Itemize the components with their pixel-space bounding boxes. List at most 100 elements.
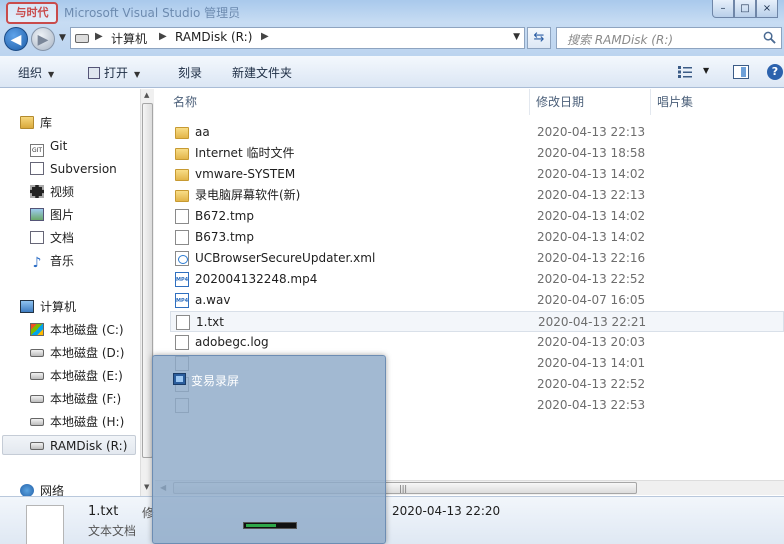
nav-drive-c[interactable]: 本地磁盘 (C:) (30, 320, 124, 340)
open-button[interactable]: 打开 ▼ (88, 64, 140, 81)
close-button[interactable]: × (756, 0, 778, 18)
document-icon (30, 231, 44, 244)
nav-drive-f[interactable]: 本地磁盘 (F:) (30, 389, 121, 409)
minimize-button[interactable]: – (712, 0, 734, 18)
file-row[interactable]: MP4 a.wav 2020-04-07 16:05 (170, 290, 784, 311)
open-icon (88, 67, 100, 79)
library-icon (20, 116, 34, 129)
chevron-right-icon[interactable]: ▶ (159, 31, 167, 42)
file-row[interactable]: 录电脑屏幕软件(新) 2020-04-13 22:13 (170, 185, 784, 206)
file-icon (175, 230, 189, 245)
drive-icon (30, 418, 44, 426)
refresh-button[interactable]: ⇆ (527, 27, 551, 49)
recent-pages-dropdown[interactable]: ▼ (59, 33, 66, 43)
nav-item-git[interactable]: GIT Git (30, 136, 67, 157)
back-button[interactable]: ◀ (4, 27, 28, 51)
breadcrumb-computer[interactable]: 计算机 (111, 30, 147, 47)
file-name: B673.tmp (195, 230, 254, 244)
drive-icon (30, 442, 44, 450)
forward-button[interactable]: ▶ (31, 27, 55, 51)
file-name: 202004132248.mp4 (195, 272, 318, 286)
media-file-icon: MP4 (175, 293, 189, 308)
breadcrumb-ramdisk[interactable]: RAMDisk (R:) (175, 30, 252, 44)
media-file-icon: MP4 (175, 272, 189, 287)
file-row[interactable]: Internet 临时文件 2020-04-13 18:58 (170, 143, 784, 164)
drive-icon (30, 395, 44, 403)
nav-label: 视频 (50, 185, 75, 199)
search-icon[interactable] (763, 31, 776, 44)
nav-item-subversion[interactable]: Subversion (30, 159, 117, 179)
file-icon (175, 335, 189, 350)
nav-drive-h[interactable]: 本地磁盘 (H:) (30, 412, 124, 432)
nav-item-videos[interactable]: 视频 (30, 182, 74, 202)
file-date: 2020-04-13 22:52 (537, 377, 646, 391)
file-row[interactable]: B672.tmp 2020-04-13 14:02 (170, 206, 784, 227)
recorder-overlay[interactable]: 变易录屏 (152, 355, 386, 544)
nav-item-pictures[interactable]: 图片 (30, 205, 74, 225)
file-name: vmware-SYSTEM (195, 167, 296, 181)
nav-drive-e[interactable]: 本地磁盘 (E:) (30, 366, 123, 386)
chevron-down-icon: ▼ (48, 70, 55, 79)
file-date: 2020-04-13 22:16 (537, 251, 646, 265)
search-input[interactable]: 搜索 RAMDisk (R:) (556, 27, 782, 49)
chevron-down-icon[interactable]: ▼ (703, 66, 709, 75)
file-row[interactable]: UCBrowserSecureUpdater.xml 2020-04-13 22:… (170, 248, 784, 269)
address-bar[interactable]: ▶ 计算机 ▶ RAMDisk (R:) ▶ ▼ (70, 27, 525, 49)
file-row[interactable]: MP4 202004132248.mp4 2020-04-13 22:52 (170, 269, 784, 290)
column-modified[interactable]: 修改日期 (530, 89, 651, 115)
nav-label: 本地磁盘 (E:) (50, 369, 123, 383)
file-row[interactable]: 1.txt 2020-04-13 22:21 (170, 311, 784, 332)
recorder-title: 变易录屏 (191, 374, 240, 388)
burn-button[interactable]: 刻录 (178, 64, 202, 81)
xml-file-icon (175, 251, 189, 266)
file-row[interactable]: aa 2020-04-13 22:13 (170, 122, 784, 143)
nav-item-documents[interactable]: 文档 (30, 228, 74, 248)
nav-label: 本地磁盘 (F:) (50, 392, 122, 406)
column-name[interactable]: 名称 (167, 89, 530, 115)
navigation-pane: 库 GIT Git Subversion 视频 图片 文档 ♪ 音乐 计算机 本地磁… (0, 89, 140, 498)
nav-label: Subversion (50, 162, 117, 176)
refresh-icon: ⇆ (533, 30, 545, 45)
picture-icon (30, 208, 44, 221)
file-name: 录电脑屏幕软件(新) (195, 188, 301, 202)
column-album[interactable]: 唱片集 (651, 89, 784, 115)
open-label: 打开 (104, 66, 129, 80)
help-icon[interactable]: ? (767, 64, 783, 80)
search-placeholder: 搜索 RAMDisk (R:) (567, 33, 674, 47)
nav-item-music[interactable]: ♪ 音乐 (30, 251, 74, 271)
nav-drive-r[interactable]: RAMDisk (R:) (2, 435, 136, 455)
chevron-right-icon[interactable]: ▶ (95, 31, 103, 42)
file-name: aa (195, 125, 210, 139)
organize-button[interactable]: 组织 ▼ (18, 64, 54, 81)
scroll-down-icon[interactable]: ▼ (144, 483, 149, 491)
scroll-up-icon[interactable]: ▲ (144, 91, 149, 99)
file-name: a.wav (195, 293, 231, 307)
file-row[interactable]: vmware-SYSTEM 2020-04-13 14:02 (170, 164, 784, 185)
view-options-icon[interactable] (678, 66, 692, 78)
nav-label: 图片 (50, 208, 75, 222)
chevron-down-icon[interactable]: ▼ (513, 32, 520, 42)
nav-drive-d[interactable]: 本地磁盘 (D:) (30, 343, 124, 363)
nav-label: 本地磁盘 (D:) (50, 346, 125, 360)
file-row[interactable]: B673.tmp 2020-04-13 14:02 (170, 227, 784, 248)
nav-label: 本地磁盘 (H:) (50, 415, 125, 429)
arrow-left-icon: ◀ (10, 32, 22, 48)
nav-label: 库 (40, 116, 53, 130)
nav-computer[interactable]: 计算机 (20, 297, 76, 317)
folder-icon (175, 190, 189, 202)
file-name: Internet 临时文件 (195, 146, 295, 160)
nav-library[interactable]: 库 (20, 113, 52, 133)
details-file-name: 1.txt (88, 504, 119, 519)
chevron-right-icon[interactable]: ▶ (261, 31, 269, 42)
details-pane: 1.txt 文本文档 修 2020-04-13 22:20 (0, 496, 784, 544)
maximize-button[interactable]: □ (734, 0, 756, 18)
drive-icon (30, 372, 44, 380)
new-folder-button[interactable]: 新建文件夹 (232, 64, 292, 81)
preview-pane-icon[interactable] (733, 65, 749, 79)
file-date: 2020-04-13 20:03 (537, 335, 646, 349)
file-row[interactable]: adobegc.log 2020-04-13 20:03 (170, 332, 784, 353)
file-icon (175, 209, 189, 224)
film-icon (173, 373, 186, 385)
file-name: 1.txt (196, 315, 224, 329)
git-icon: GIT (30, 144, 44, 157)
